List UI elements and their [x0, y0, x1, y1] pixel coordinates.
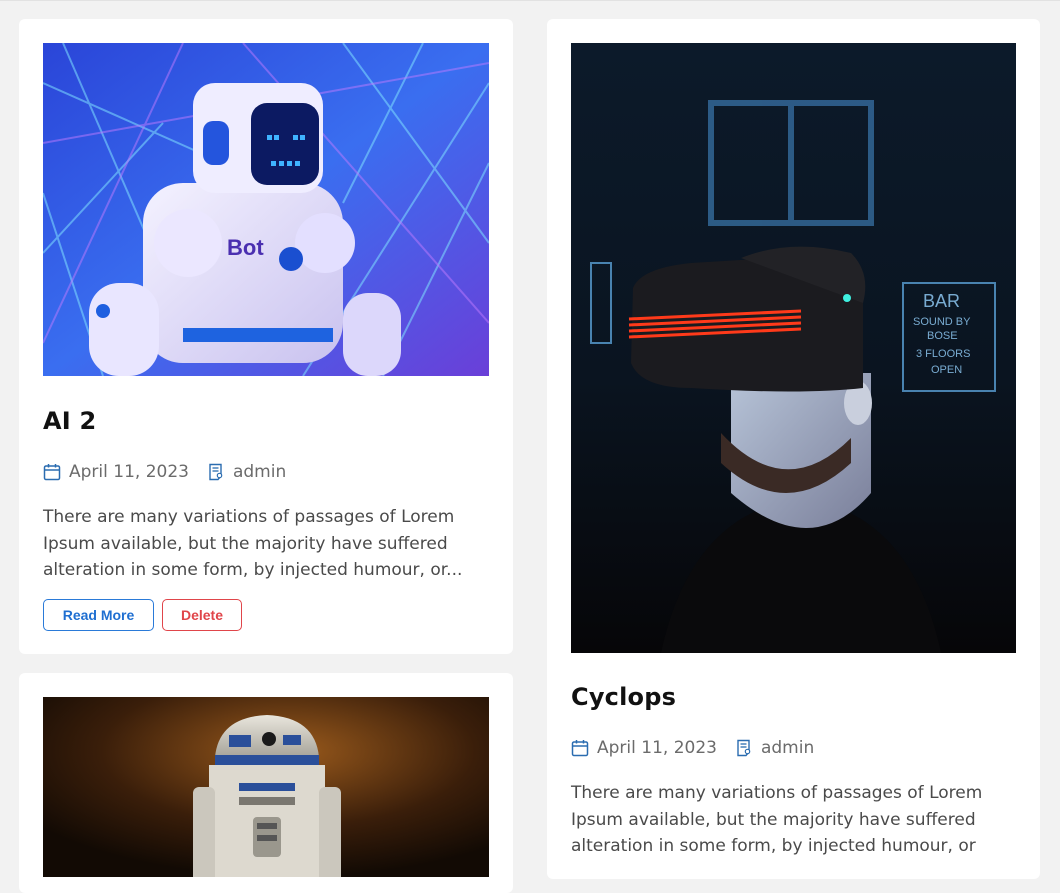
svg-text:Bot: Bot: [227, 235, 264, 260]
post-card-ai-2: Bot AI 2 April 11, 2023 admin There are …: [19, 19, 513, 654]
excerpt-line: There are many variations of passages of…: [43, 507, 455, 527]
excerpt-line: Ipsum available, but the majority have s…: [43, 533, 448, 554]
excerpt-line: alteration in some form, by injected hum…: [43, 560, 463, 580]
droid-image: [43, 697, 489, 877]
post-date: April 11, 2023: [69, 462, 189, 482]
post-excerpt: There are many variations of passages of…: [43, 504, 489, 584]
top-divider: [0, 0, 1060, 1]
svg-text:SOUND BY: SOUND BY: [913, 316, 971, 328]
svg-text:BAR: BAR: [923, 291, 960, 311]
svg-text:3 FLOORS: 3 FLOORS: [916, 348, 970, 360]
post-card-r2d2: [19, 673, 513, 893]
post-meta: April 11, 2023 admin: [571, 738, 814, 758]
calendar-icon: [571, 739, 589, 757]
post-meta: April 11, 2023 admin: [43, 462, 286, 482]
post-title[interactable]: AI 2: [43, 407, 96, 435]
excerpt-line: Ipsum available, but the majority have s…: [571, 809, 976, 830]
excerpt-line: There are many variations of passages of…: [571, 783, 983, 803]
svg-text:OPEN: OPEN: [931, 364, 962, 376]
post-thumbnail-droid[interactable]: [43, 697, 489, 877]
post-date: April 11, 2023: [597, 738, 717, 758]
excerpt-line: alteration in some form, by injected hum…: [571, 836, 976, 856]
read-more-button[interactable]: Read More: [43, 599, 154, 631]
svg-text:BOSE: BOSE: [927, 330, 958, 342]
post-card-cyclops: BAR SOUND BY BOSE 3 FLOORS OPEN Cyclops …: [547, 19, 1040, 879]
calendar-icon: [43, 463, 61, 481]
author-document-icon: [207, 463, 225, 481]
post-thumbnail-vr[interactable]: BAR SOUND BY BOSE 3 FLOORS OPEN: [571, 43, 1016, 653]
post-excerpt: There are many variations of passages of…: [571, 780, 1017, 860]
vr-headset-image: BAR SOUND BY BOSE 3 FLOORS OPEN: [571, 43, 1016, 653]
author-document-icon: [735, 739, 753, 757]
delete-button[interactable]: Delete: [162, 599, 242, 631]
post-author[interactable]: admin: [761, 738, 814, 758]
post-title[interactable]: Cyclops: [571, 683, 676, 711]
robot-image: Bot: [43, 43, 489, 376]
post-author[interactable]: admin: [233, 462, 286, 482]
post-thumbnail-robot[interactable]: Bot: [43, 43, 489, 376]
